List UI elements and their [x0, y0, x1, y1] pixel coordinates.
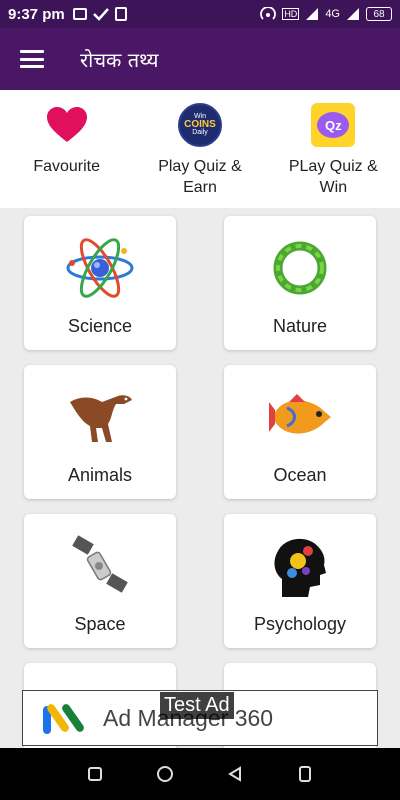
rotate-button[interactable] [290, 759, 320, 789]
notification-icons [72, 7, 127, 21]
category-label: Ocean [273, 465, 327, 485]
category-card-ocean[interactable]: Ocean [224, 365, 376, 499]
category-card-nature[interactable]: Nature [224, 216, 376, 350]
app-screen: 9:37 pm HD 4G 68 रोचक तथ्य Favourite Win… [0, 0, 400, 800]
hd-icon: HD [282, 8, 300, 20]
status-bar: 9:37 pm HD 4G 68 [0, 0, 400, 28]
navigation-bar [0, 748, 400, 800]
quick-actions: Favourite Win COINS Daily Play Quiz & Ea… [0, 90, 400, 208]
category-card-animals[interactable]: Animals [24, 365, 176, 499]
recents-button[interactable] [80, 759, 110, 789]
play-quiz-win-button[interactable]: Qz PLay Quiz & Win [267, 90, 400, 208]
menu-icon[interactable] [20, 50, 44, 68]
heart-icon [44, 102, 90, 148]
circle-icon [157, 766, 173, 782]
category-label: Science [67, 316, 133, 336]
category-label: Psychology [253, 614, 347, 634]
network-type: 4G [325, 8, 340, 20]
app-bar: रोचक तथ्य [0, 28, 400, 90]
system-icons: HD 4G 68 [260, 7, 392, 21]
hotspot-icon [260, 7, 277, 20]
check-icon [92, 8, 109, 21]
fish-icon [265, 385, 335, 449]
home-button[interactable] [150, 759, 180, 789]
back-triangle-icon [228, 766, 241, 782]
rotate-icon [299, 766, 311, 782]
category-label: Animals [67, 465, 133, 485]
satellite-icon [65, 534, 135, 598]
play-quiz-win-label: PLay Quiz & Win [288, 158, 378, 196]
win-coins-icon: Win COINS Daily [177, 102, 223, 148]
qz-badge: Qz [317, 112, 350, 138]
square-icon [88, 767, 102, 781]
play-quiz-earn-label: Play Quiz & Earn [158, 158, 242, 196]
favourite-button[interactable]: Favourite [0, 90, 133, 208]
signal-icon-2 [347, 8, 359, 20]
coins-badge-bottom: Daily [192, 129, 208, 136]
ad-manager-logo-icon [43, 704, 84, 734]
category-grid: Science Nature Animals Ocean Space Psych… [0, 208, 400, 748]
sim-icon [114, 7, 127, 21]
category-card-space[interactable]: Space [24, 514, 176, 648]
test-ad-label: Test Ad [160, 692, 234, 719]
category-card-psychology[interactable]: Psychology [224, 514, 376, 648]
image-notification-icon [72, 8, 87, 20]
category-card-science[interactable]: Science [24, 216, 176, 350]
head-gears-icon [265, 534, 335, 598]
leaf-wreath-icon [265, 236, 335, 300]
battery-icon: 68 [366, 7, 392, 21]
qz-icon: Qz [310, 102, 356, 148]
app-title: रोचक तथ्य [80, 47, 159, 72]
dinosaur-icon [65, 385, 135, 449]
signal-icon [306, 8, 319, 20]
status-time: 9:37 pm [8, 5, 65, 23]
category-label: Nature [272, 316, 328, 336]
coins-badge-mid: COINS [184, 119, 216, 130]
back-button[interactable] [220, 759, 250, 789]
favourite-label: Favourite [33, 158, 101, 175]
atom-icon [65, 236, 135, 300]
play-quiz-earn-button[interactable]: Win COINS Daily Play Quiz & Earn [133, 90, 266, 208]
category-label: Space [74, 614, 126, 634]
